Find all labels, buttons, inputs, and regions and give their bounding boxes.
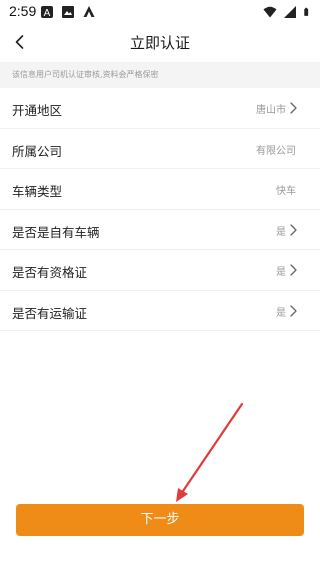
form-value: 是 bbox=[276, 307, 286, 319]
signal-icon bbox=[284, 6, 296, 18]
chevron-right-icon bbox=[290, 223, 297, 236]
form-label: 所属公司 bbox=[12, 143, 63, 159]
form-row-qualification[interactable]: 是否有资格证 是 bbox=[0, 250, 320, 291]
form-list: 开通地区 唐山市 所属公司 有限公司 车辆类型 快车 是否是自有车辆 是 是否有… bbox=[0, 88, 320, 331]
form-label: 是否是自有车辆 bbox=[12, 224, 100, 240]
notification-icon: A bbox=[41, 6, 53, 19]
svg-text:A: A bbox=[44, 8, 51, 19]
form-row-transport-license[interactable]: 是否有运输证 是 bbox=[0, 290, 320, 331]
form-value: 是 bbox=[276, 267, 286, 278]
wifi-icon bbox=[263, 6, 277, 18]
form-value: 是 bbox=[276, 226, 286, 238]
form-label: 是否有运输证 bbox=[12, 305, 88, 321]
battery-icon bbox=[304, 7, 309, 16]
privacy-notice: 该信息用户司机认证审核,资料会严格保密 bbox=[0, 62, 320, 88]
form-row-company[interactable]: 所属公司 有限公司 bbox=[0, 128, 320, 169]
form-value: 快车 bbox=[276, 186, 296, 197]
status-right-icons bbox=[263, 5, 312, 19]
form-value: 有限公司 bbox=[256, 145, 296, 157]
chevron-right-icon bbox=[290, 304, 297, 317]
status-left-icons: A bbox=[40, 5, 96, 19]
status-time: 2:59 bbox=[9, 3, 37, 19]
form-label: 是否有资格证 bbox=[12, 265, 88, 280]
nav-bar: 立即认证 bbox=[0, 24, 320, 60]
status-bar: 2:59 A bbox=[0, 0, 320, 24]
form-value: 唐山市 bbox=[256, 105, 286, 116]
form-row-region[interactable]: 开通地区 唐山市 bbox=[0, 88, 320, 129]
form-label: 车辆类型 bbox=[12, 184, 63, 199]
form-row-vehicle-type[interactable]: 车辆类型 快车 bbox=[0, 169, 320, 210]
chevron-right-icon bbox=[290, 264, 297, 276]
form-row-own-vehicle[interactable]: 是否是自有车辆 是 bbox=[0, 209, 320, 250]
image-icon bbox=[62, 6, 74, 18]
next-button[interactable]: 下一步 bbox=[16, 504, 304, 536]
chevron-right-icon bbox=[290, 102, 297, 114]
form-label: 开通地区 bbox=[12, 103, 63, 118]
app-icon bbox=[83, 6, 95, 17]
page-title: 立即认证 bbox=[129, 34, 190, 52]
